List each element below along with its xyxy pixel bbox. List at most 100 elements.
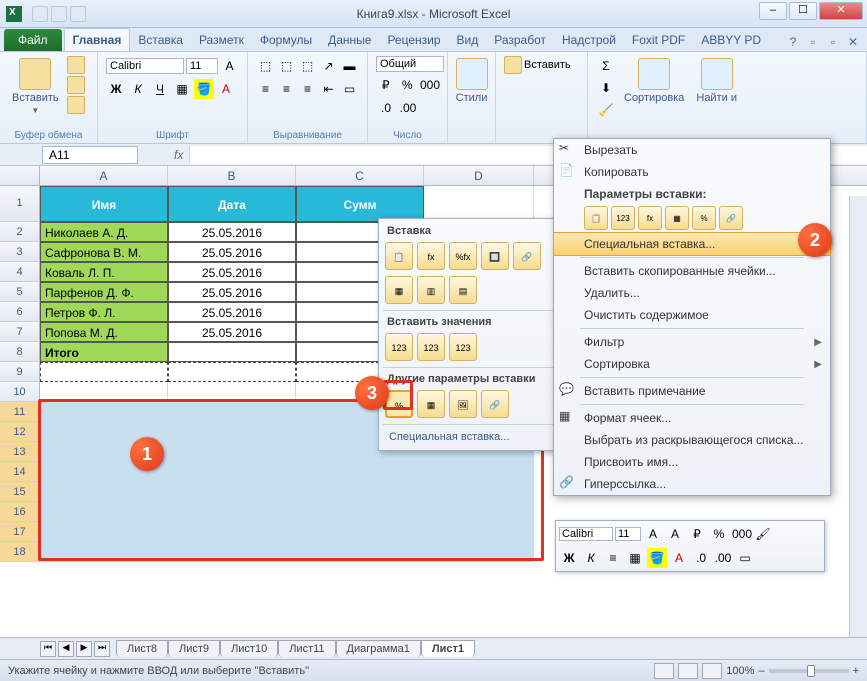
tab-abbyy[interactable]: ABBYY PD — [693, 29, 769, 51]
mini-italic[interactable]: К — [581, 548, 601, 568]
cell[interactable] — [168, 502, 296, 522]
sheet-tab[interactable]: Лист10 — [220, 640, 278, 657]
zoom-slider[interactable] — [769, 669, 849, 673]
orientation-icon[interactable]: ↗ — [319, 56, 338, 76]
row-header[interactable]: 1 — [0, 186, 40, 222]
cell[interactable] — [40, 362, 168, 382]
mini-format-painter-icon[interactable]: 🖌 — [753, 524, 773, 544]
tab-data[interactable]: Данные — [320, 29, 379, 51]
maximize-button[interactable]: ☐ — [789, 2, 817, 20]
paste-opt-no-borders[interactable]: 🔗 — [513, 242, 541, 270]
cell[interactable]: Коваль Л. П. — [40, 262, 168, 282]
row-header[interactable]: 7 — [0, 322, 40, 342]
row-header[interactable]: 15 — [0, 482, 40, 502]
cm-format-cells[interactable]: ▦Формат ячеек... — [554, 407, 830, 429]
minimize-ribbon-icon[interactable]: ▫ — [805, 35, 821, 51]
name-box[interactable] — [42, 146, 138, 164]
cell[interactable] — [40, 482, 168, 502]
tab-review[interactable]: Рецензир — [379, 29, 448, 51]
cell[interactable] — [424, 522, 534, 542]
comma-icon[interactable]: 000 — [419, 75, 439, 95]
row-header[interactable]: 12 — [0, 422, 40, 442]
paste-opt-transpose[interactable]: ▥ — [417, 276, 445, 304]
fx-icon[interactable]: fx — [174, 148, 183, 162]
sheet-tab[interactable]: Диаграмма1 — [336, 640, 421, 657]
row-header[interactable]: 16 — [0, 502, 40, 522]
sheet-tab-active[interactable]: Лист1 — [421, 640, 475, 657]
cell[interactable] — [296, 482, 424, 502]
mini-color[interactable]: A — [669, 548, 689, 568]
col-header-a[interactable]: A — [40, 166, 168, 185]
cm-filter[interactable]: Фильтр▶ — [554, 331, 830, 353]
cm-define-name[interactable]: Присвоить имя... — [554, 451, 830, 473]
tab-view[interactable]: Вид — [449, 29, 487, 51]
cm-sort[interactable]: Сортировка▶ — [554, 353, 830, 375]
select-all-corner[interactable] — [0, 166, 40, 185]
cm-paste-values[interactable]: 123 — [611, 206, 635, 230]
percent-icon[interactable]: % — [398, 75, 418, 95]
cell[interactable]: 25.05.2016 — [168, 222, 296, 242]
cm-copy[interactable]: 📄Копировать — [554, 161, 830, 183]
cell[interactable]: 25.05.2016 — [168, 282, 296, 302]
autosum-icon[interactable]: Σ — [596, 56, 616, 76]
doc-restore-icon[interactable]: ▫ — [825, 35, 841, 51]
sheet-tab[interactable]: Лист8 — [116, 640, 168, 657]
align-middle-icon[interactable]: ⬚ — [277, 56, 296, 76]
tab-developer[interactable]: Разработ — [486, 29, 554, 51]
row-header[interactable]: 8 — [0, 342, 40, 362]
help-icon[interactable]: ? — [785, 35, 801, 51]
paste-opt-widths[interactable]: ▦ — [385, 276, 413, 304]
tab-insert[interactable]: Вставка — [130, 29, 191, 51]
paste-linked-pic[interactable]: 🔗 — [481, 390, 509, 418]
view-normal-icon[interactable] — [654, 663, 674, 679]
row-header[interactable]: 5 — [0, 282, 40, 302]
cell[interactable] — [168, 442, 296, 462]
font-color-button[interactable]: A — [216, 79, 236, 99]
number-format-select[interactable] — [376, 56, 444, 72]
cell[interactable]: Попова М. Д. — [40, 322, 168, 342]
align-top-icon[interactable]: ⬚ — [256, 56, 275, 76]
paste-link[interactable]: ▦ — [417, 390, 445, 418]
cell[interactable] — [424, 482, 534, 502]
zoom-in-button[interactable]: + — [853, 665, 859, 677]
row-header[interactable]: 11 — [0, 402, 40, 422]
close-button[interactable]: ✕ — [819, 2, 863, 20]
col-header-b[interactable]: B — [168, 166, 296, 185]
mini-currency-icon[interactable]: ₽ — [687, 524, 707, 544]
find-button[interactable]: Найти и — [692, 56, 741, 141]
mini-dec-inc[interactable]: .0 — [691, 548, 711, 568]
vertical-scrollbar[interactable] — [849, 196, 867, 637]
cm-hyperlink[interactable]: 🔗Гиперссылка... — [554, 473, 830, 495]
cell[interactable]: 25.05.2016 — [168, 262, 296, 282]
cell[interactable] — [296, 462, 424, 482]
paste-values[interactable]: 123 — [385, 333, 413, 361]
cm-clear[interactable]: Очистить содержимое — [554, 304, 830, 326]
tab-foxit[interactable]: Foxit PDF — [624, 29, 693, 51]
align-left-icon[interactable]: ≡ — [256, 79, 275, 99]
decrease-decimal-icon[interactable]: .00 — [398, 98, 418, 118]
sheet-nav-next[interactable]: ▶ — [76, 641, 92, 657]
indent-dec-icon[interactable]: ⇤ — [319, 79, 338, 99]
clear-icon[interactable]: 🧹 — [596, 100, 616, 120]
row-header[interactable]: 9 — [0, 362, 40, 382]
cell[interactable] — [168, 422, 296, 442]
cell[interactable]: Парфенов Д. Ф. — [40, 282, 168, 302]
header-cell[interactable]: Дата — [168, 186, 296, 222]
cell[interactable] — [424, 186, 534, 222]
increase-decimal-icon[interactable]: .0 — [376, 98, 396, 118]
cell[interactable] — [424, 542, 534, 562]
cm-paste-link[interactable]: 🔗 — [719, 206, 743, 230]
wrap-text-icon[interactable]: ▬ — [340, 56, 359, 76]
paste-button[interactable]: Вставить ▼ — [8, 56, 63, 130]
file-tab[interactable]: Файл — [4, 29, 62, 51]
cell[interactable] — [296, 522, 424, 542]
cm-paste-special[interactable]: Специальная вставка...▶ — [553, 232, 831, 256]
qat-redo-icon[interactable] — [70, 6, 86, 22]
sheet-nav-last[interactable]: ⏭ — [94, 641, 110, 657]
align-center-icon[interactable]: ≡ — [277, 79, 296, 99]
paste-opt-all[interactable]: 📋 — [385, 242, 413, 270]
paste-picture[interactable]: 🖼 — [449, 390, 477, 418]
qat-undo-icon[interactable] — [51, 6, 67, 22]
cell[interactable]: 25.05.2016 — [168, 242, 296, 262]
border-button[interactable]: ▦ — [172, 79, 192, 99]
